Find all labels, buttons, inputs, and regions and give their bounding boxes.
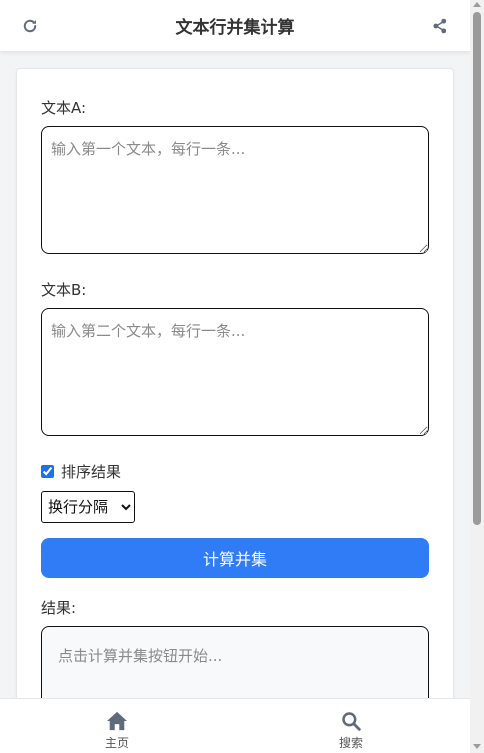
top-app-bar: 文本行并集计算 <box>0 0 470 52</box>
search-icon <box>342 712 361 731</box>
nav-item-search[interactable]: 搜索 <box>311 711 391 751</box>
result-placeholder: 点击计算并集按钮开始... <box>58 647 223 665</box>
compute-union-button[interactable]: 计算并集 <box>41 538 429 578</box>
text-a-input[interactable] <box>41 126 429 254</box>
text-b-label: 文本B: <box>41 281 87 299</box>
nav-item-home[interactable]: 主页 <box>77 711 157 751</box>
result-label: 结果: <box>41 599 77 617</box>
bottom-navigation: 主页 搜索 <box>0 698 470 753</box>
scroll-up-arrow[interactable] <box>473 2 481 7</box>
sort-option[interactable]: 排序结果 <box>41 461 121 482</box>
refresh-button[interactable] <box>18 14 42 38</box>
sort-label: 排序结果 <box>61 463 122 481</box>
home-icon <box>107 711 127 731</box>
separator-select[interactable]: 换行分隔 <box>41 491 135 523</box>
refresh-icon <box>23 19 37 33</box>
nav-label-home: 主页 <box>104 736 129 750</box>
text-a-label: 文本A: <box>41 99 87 117</box>
sort-checkbox[interactable] <box>41 465 54 478</box>
share-button[interactable] <box>428 14 452 38</box>
scrollbar-thumb[interactable] <box>473 12 481 525</box>
nav-label-search: 搜索 <box>338 736 363 750</box>
form-card: 文本A: 文本B: 排序结果 换行分隔 计算并集 结果: 点击计算并集按钮开始.… <box>16 68 454 753</box>
share-icon <box>433 18 447 34</box>
page-title: 文本行并集计算 <box>175 18 295 38</box>
text-b-input[interactable] <box>41 308 429 436</box>
scroll-down-arrow[interactable] <box>473 744 481 749</box>
page-scrollbar[interactable] <box>470 0 484 753</box>
